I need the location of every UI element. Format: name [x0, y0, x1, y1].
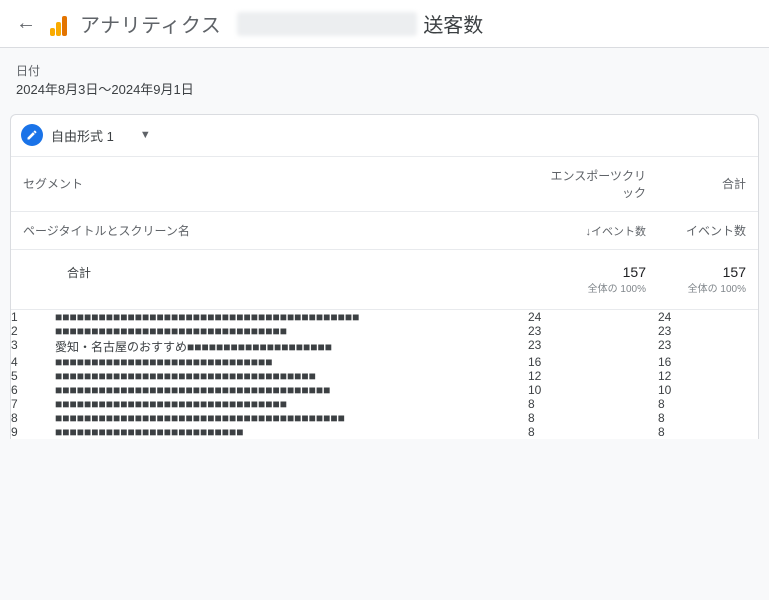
row-v2: 8	[658, 397, 758, 411]
data-table: セグメント エンスポーツクリック 合計 ページタイトルとスクリーン名 ↓イベント…	[11, 157, 758, 439]
analytics-logo-icon	[50, 12, 74, 36]
date-label: 日付	[16, 62, 753, 80]
row-bar-cell: 24	[528, 310, 658, 324]
row-index: 1	[11, 310, 55, 324]
row-v1: 23	[528, 324, 658, 338]
row-title: ■■■■■■■■■■■■■■■■■■■■■■■■■■■■■■■■■■■■■■■■	[55, 411, 528, 425]
pencil-icon	[21, 124, 43, 146]
row-bar-cell: 12	[528, 369, 658, 383]
row-bar-cell: 8	[528, 397, 658, 411]
row-v2: 16	[658, 355, 758, 369]
exploration-sheet: 自由形式 1 ▼ セグメント エンスポーツクリック 合計 ページタイトルとスクリ…	[10, 114, 759, 439]
totals-label: 合計	[11, 250, 528, 310]
row-bar-cell: 16	[528, 355, 658, 369]
tab-freeform-1[interactable]: 自由形式 1 ▼	[11, 115, 169, 156]
row-v1: 24	[528, 310, 658, 324]
row-index: 6	[11, 383, 55, 397]
row-v1: 23	[528, 338, 658, 352]
row-index: 3	[11, 338, 55, 355]
row-v2: 23	[658, 324, 758, 338]
row-v1: 8	[528, 411, 658, 425]
row-bar-cell: 10	[528, 383, 658, 397]
row-title: ■■■■■■■■■■■■■■■■■■■■■■■■■■■■■■■■■■■■■■	[55, 383, 528, 397]
row-index: 7	[11, 397, 55, 411]
date-range-value: 2024年8月3日～2024年9月1日	[16, 80, 753, 100]
row-v2: 8	[658, 411, 758, 425]
total-column-header[interactable]: 合計	[658, 157, 758, 212]
row-bar-cell: 8	[528, 425, 658, 439]
row-title: ■■■■■■■■■■■■■■■■■■■■■■■■■■■■■■■■■■■■	[55, 369, 528, 383]
metric-header-1[interactable]: ↓イベント数	[528, 212, 658, 250]
back-button[interactable]: ←	[8, 6, 44, 42]
tab-bar: 自由形式 1 ▼	[11, 115, 758, 157]
row-bar-cell: 23	[528, 324, 658, 338]
row-v1: 16	[528, 355, 658, 369]
row-title: 愛知・名古屋のおすすめ■■■■■■■■■■■■■■■■■■■■	[55, 338, 528, 355]
row-v1: 10	[528, 383, 658, 397]
row-title: ■■■■■■■■■■■■■■■■■■■■■■■■■■■■■■	[55, 355, 528, 369]
row-v1: 8	[528, 397, 658, 411]
arrow-left-icon: ←	[16, 12, 36, 35]
segment-header: セグメント	[11, 157, 528, 212]
row-v2: 8	[658, 425, 758, 439]
row-v1: 8	[528, 425, 658, 439]
row-v2: 12	[658, 369, 758, 383]
property-name-redacted	[237, 12, 417, 36]
row-title: ■■■■■■■■■■■■■■■■■■■■■■■■■■■■■■■■	[55, 397, 528, 411]
row-v2: 10	[658, 383, 758, 397]
row-title-clear: 愛知・名古屋のおすすめ	[55, 340, 187, 354]
app-name: アナリティクス	[80, 9, 221, 38]
row-bar-cell: 8	[528, 411, 658, 425]
row-index: 5	[11, 369, 55, 383]
totals-v2: 157 全体の 100%	[658, 250, 758, 310]
date-range-block: 日付 2024年8月3日～2024年9月1日	[0, 48, 769, 110]
row-title: ■■■■■■■■■■■■■■■■■■■■■■■■■■■■■■■■■■■■■■■■…	[55, 310, 528, 324]
row-v2: 23	[658, 338, 758, 355]
row-v1: 12	[528, 369, 658, 383]
chevron-down-icon: ▼	[140, 129, 151, 141]
row-v2: 24	[658, 310, 758, 324]
row-index: 4	[11, 355, 55, 369]
row-index: 9	[11, 425, 55, 439]
page-title: 送客数	[423, 9, 483, 38]
row-title: ■■■■■■■■■■■■■■■■■■■■■■■■■■■■■■■■	[55, 324, 528, 338]
row-bar-cell: 23	[528, 338, 658, 355]
row-title: ■■■■■■■■■■■■■■■■■■■■■■■■■■	[55, 425, 528, 439]
row-index: 8	[11, 411, 55, 425]
tab-name: 自由形式 1	[51, 126, 114, 145]
dimension-header: ページタイトルとスクリーン名	[11, 212, 528, 250]
segment-column-header[interactable]: エンスポーツクリック	[528, 157, 658, 212]
app-header: ← アナリティクス 送客数	[0, 0, 769, 48]
metric-header-2[interactable]: イベント数	[658, 212, 758, 250]
row-index: 2	[11, 324, 55, 338]
totals-v1: 157 全体の 100%	[528, 250, 658, 310]
